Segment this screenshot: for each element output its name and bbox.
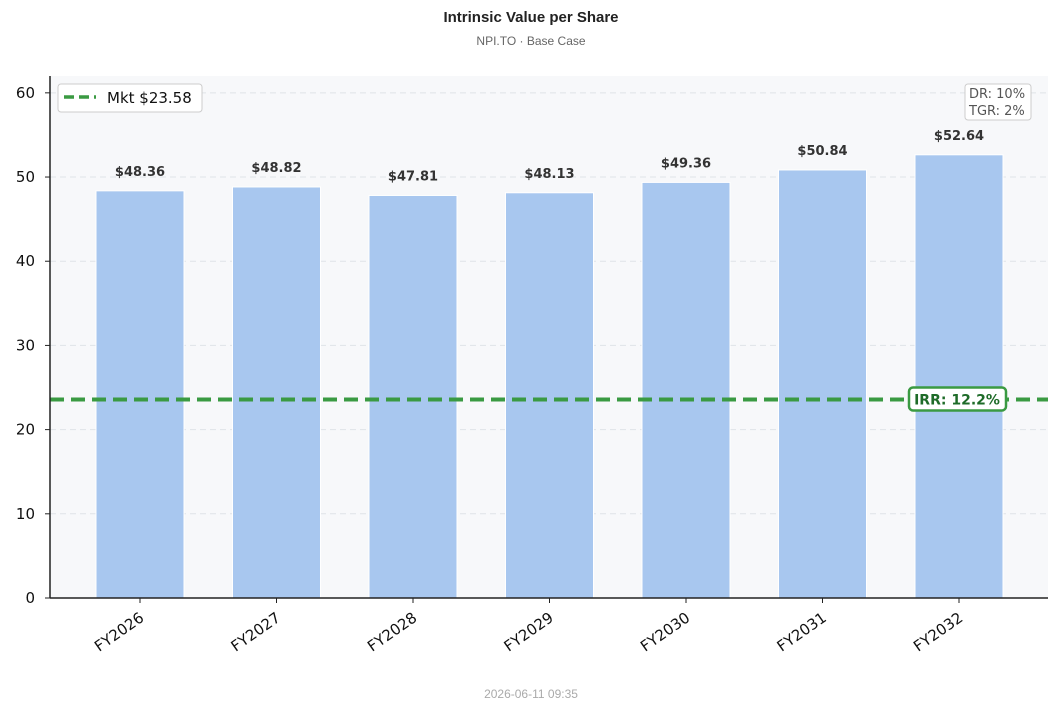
assumptions-box: DR: 10% TGR: 2% [964, 83, 1032, 121]
bar-value-label: $49.36 [661, 156, 711, 171]
bar-fy2026 [95, 190, 185, 599]
x-tick-label: FY2031 [774, 609, 830, 656]
bar-value-label: $48.36 [115, 165, 165, 180]
y-tick-label: 30 [16, 336, 35, 354]
bar-fy2028 [368, 194, 458, 599]
chart-subtitle: NPI.TO · Base Case [476, 34, 585, 48]
x-tick-label: FY2026 [91, 609, 147, 656]
legend-label-market: Mkt $23.58 [107, 89, 192, 107]
bar-value-label: $48.13 [524, 167, 574, 182]
assumption-discount-rate: DR: 10% [969, 87, 1025, 102]
x-tick-label: FY2027 [228, 609, 284, 656]
irr-badge: IRR: 12.2% [907, 386, 1008, 412]
y-tick-label: 10 [16, 505, 35, 523]
y-tick-label: 40 [16, 252, 35, 270]
x-tick-label: FY2030 [637, 609, 693, 656]
x-tick-label: FY2028 [364, 609, 420, 656]
bar-value-label: $50.84 [797, 144, 847, 159]
bar-fy2031 [778, 169, 867, 599]
bar-value-label: $52.64 [934, 129, 984, 144]
timestamp: 2026-06-11 09:35 [484, 687, 578, 701]
bar-fy2027 [232, 186, 321, 599]
legend: Mkt $23.58 [57, 83, 203, 113]
intrinsic-value-chart: Intrinsic Value per Share NPI.TO · Base … [16, 9, 1048, 701]
x-tick-labels: FY2026 FY2027 FY2028 FY2029 FY2030 FY2031 FY20… [91, 598, 966, 655]
y-tick-labels: 0 10 20 30 40 50 60 [16, 84, 50, 607]
bar-fy2029 [505, 192, 594, 599]
bars [95, 154, 1004, 599]
y-tick-label: 20 [16, 421, 35, 439]
y-tick-label: 50 [16, 168, 35, 186]
chart-title: Intrinsic Value per Share [443, 9, 618, 26]
bar-value-label: $48.82 [251, 161, 301, 176]
assumption-terminal-growth: TGR: 2% [968, 104, 1025, 119]
bar-fy2030 [641, 181, 731, 599]
x-tick-label: FY2029 [501, 609, 557, 656]
bar-value-label: $47.81 [388, 169, 438, 184]
irr-label: IRR: 12.2% [914, 392, 1000, 408]
bar-fy2032 [914, 154, 1004, 599]
y-tick-label: 60 [16, 84, 35, 102]
x-tick-label: FY2032 [910, 609, 966, 656]
y-tick-label: 0 [25, 589, 35, 607]
